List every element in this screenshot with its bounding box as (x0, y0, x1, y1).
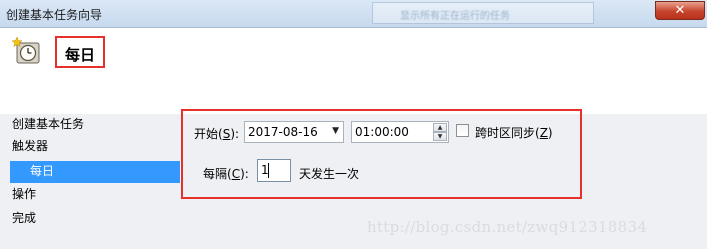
spin-down-icon[interactable]: ▼ (433, 132, 447, 141)
interval-suffix: 天发生一次 (299, 167, 360, 181)
spin-up-icon[interactable]: ▲ (433, 123, 447, 132)
start-date-picker[interactable]: 2017-08-16 ▼ (244, 121, 344, 143)
close-button[interactable]: ✕ (655, 1, 705, 20)
start-time-stepper[interactable]: 01:00:00 ▲ ▼ (351, 121, 449, 143)
sync-timezones-checkbox[interactable] (456, 124, 469, 137)
time-spin-buttons: ▲ ▼ (433, 123, 447, 141)
start-date-value: 2017-08-16 (248, 125, 318, 139)
start-label: 开始(S): (194, 127, 240, 141)
title-bar: 创建基本任务向导 显示所有正在运行的任务 ✕ (0, 0, 707, 28)
wizard-header: 每日 (0, 28, 707, 114)
sidebar-item-trigger[interactable]: 触发器 (0, 136, 181, 158)
sidebar-item-daily[interactable]: 每日 (10, 161, 180, 183)
window-title: 创建基本任务向导 (6, 8, 103, 22)
watermark: http://blog.csdn.net/zwq912318834 (367, 218, 648, 236)
page-title-highlight: 每日 (55, 36, 105, 68)
sidebar-item-finish[interactable]: 完成 (0, 208, 181, 230)
sync-timezones-label[interactable]: 跨时区同步(Z) (475, 124, 553, 141)
start-time-value: 01:00:00 (355, 125, 409, 139)
background-window-text: 显示所有正在运行的任务 (400, 11, 510, 22)
interval-label: 每隔(C): (203, 167, 249, 181)
sidebar-item-create-basic-task[interactable]: 创建基本任务 (0, 114, 181, 136)
page-title: 每日 (65, 46, 96, 64)
chevron-down-icon[interactable]: ▼ (332, 126, 339, 136)
text-caret (268, 163, 269, 178)
wizard-steps-sidebar: 创建基本任务 触发器 每日 操作 完成 (0, 114, 181, 249)
clock-icon (12, 36, 40, 64)
sidebar-item-action[interactable]: 操作 (0, 184, 181, 206)
interval-input[interactable]: 1 (257, 159, 291, 182)
